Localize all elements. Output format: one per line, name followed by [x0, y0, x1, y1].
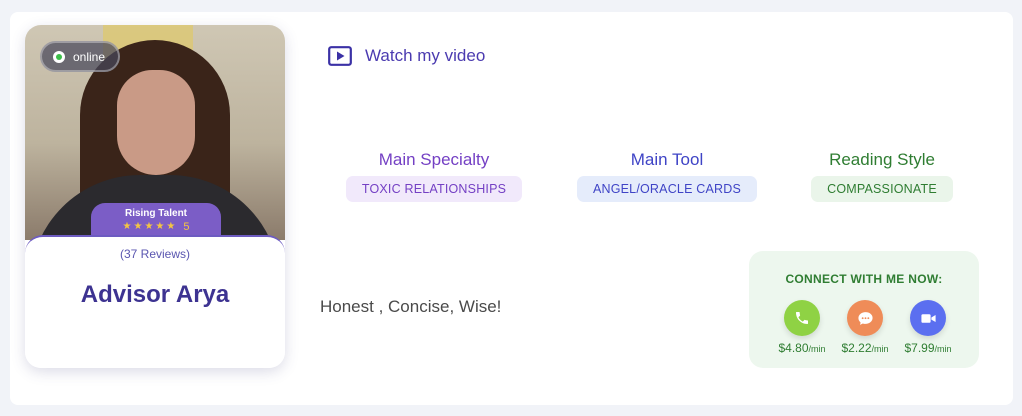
play-video-icon — [328, 46, 352, 66]
video-camera-icon — [920, 313, 936, 323]
star-icon: ★ — [122, 221, 132, 232]
advisor-card[interactable]: online Rising Talent ★ ★ ★ ★ ★ 5 (37 Rev… — [25, 25, 285, 368]
status-dot-icon — [53, 50, 65, 63]
star-icon: ★ — [133, 221, 143, 232]
star-icon: ★ — [144, 221, 154, 232]
price-unit: /min — [871, 344, 889, 354]
reviews-link[interactable]: (37 Reviews) — [25, 247, 285, 261]
main-specialty-tag: TOXIC RELATIONSHIPS — [345, 176, 523, 202]
reading-style-tag: COMPASSIONATE — [811, 176, 953, 202]
advisor-info: (37 Reviews) Advisor Arya — [25, 235, 285, 368]
main-tool-title: Main Tool — [630, 150, 704, 169]
chat-icon — [857, 311, 873, 325]
watch-video-label: Watch my video — [365, 46, 486, 65]
advisor-name: Advisor Arya — [80, 281, 230, 308]
phone-icon — [796, 312, 808, 324]
badge-title: Rising Talent — [124, 208, 188, 219]
star-icon: ★ — [166, 221, 176, 232]
price-unit: /min — [808, 344, 826, 354]
star-icon: ★ — [155, 221, 165, 232]
main-specialty-title: Main Specialty — [378, 150, 490, 169]
rating-value: 5 — [183, 221, 190, 233]
star-rating: ★ ★ ★ ★ ★ 5 — [91, 221, 221, 233]
video-channel[interactable]: $7.99/min — [897, 300, 959, 355]
connect-title: CONNECT WITH ME NOW: — [785, 272, 943, 286]
chat-button[interactable] — [847, 300, 883, 336]
watch-video-link[interactable]: Watch my video — [328, 46, 485, 66]
connect-panel: CONNECT WITH ME NOW: $4.80/min $2.22/min — [749, 251, 979, 368]
status-label: online — [73, 49, 106, 64]
video-price-value: $7.99 — [904, 341, 935, 355]
chat-price-value: $2.22 — [841, 341, 872, 355]
phone-price: $4.80/min — [771, 341, 833, 355]
video-price: $7.99/min — [897, 341, 959, 355]
chat-channel[interactable]: $2.22/min — [834, 300, 896, 355]
reading-style: Reading Style COMPASSIONATE — [808, 150, 956, 202]
reading-style-title: Reading Style — [829, 150, 935, 169]
advisor-tagline: Honest , Concise, Wise! — [320, 297, 502, 316]
main-tool: Main Tool ANGEL/ORACLE CARDS — [576, 150, 758, 202]
main-tool-tag: ANGEL/ORACLE CARDS — [576, 176, 758, 202]
phone-channel[interactable]: $4.80/min — [771, 300, 833, 355]
phone-price-value: $4.80 — [778, 341, 809, 355]
chat-price: $2.22/min — [834, 341, 896, 355]
main-specialty: Main Specialty TOXIC RELATIONSHIPS — [344, 150, 524, 202]
price-unit: /min — [934, 344, 952, 354]
video-call-button[interactable] — [910, 300, 946, 336]
photo-face — [117, 70, 195, 175]
online-status-badge: online — [40, 41, 120, 72]
phone-button[interactable] — [784, 300, 820, 336]
